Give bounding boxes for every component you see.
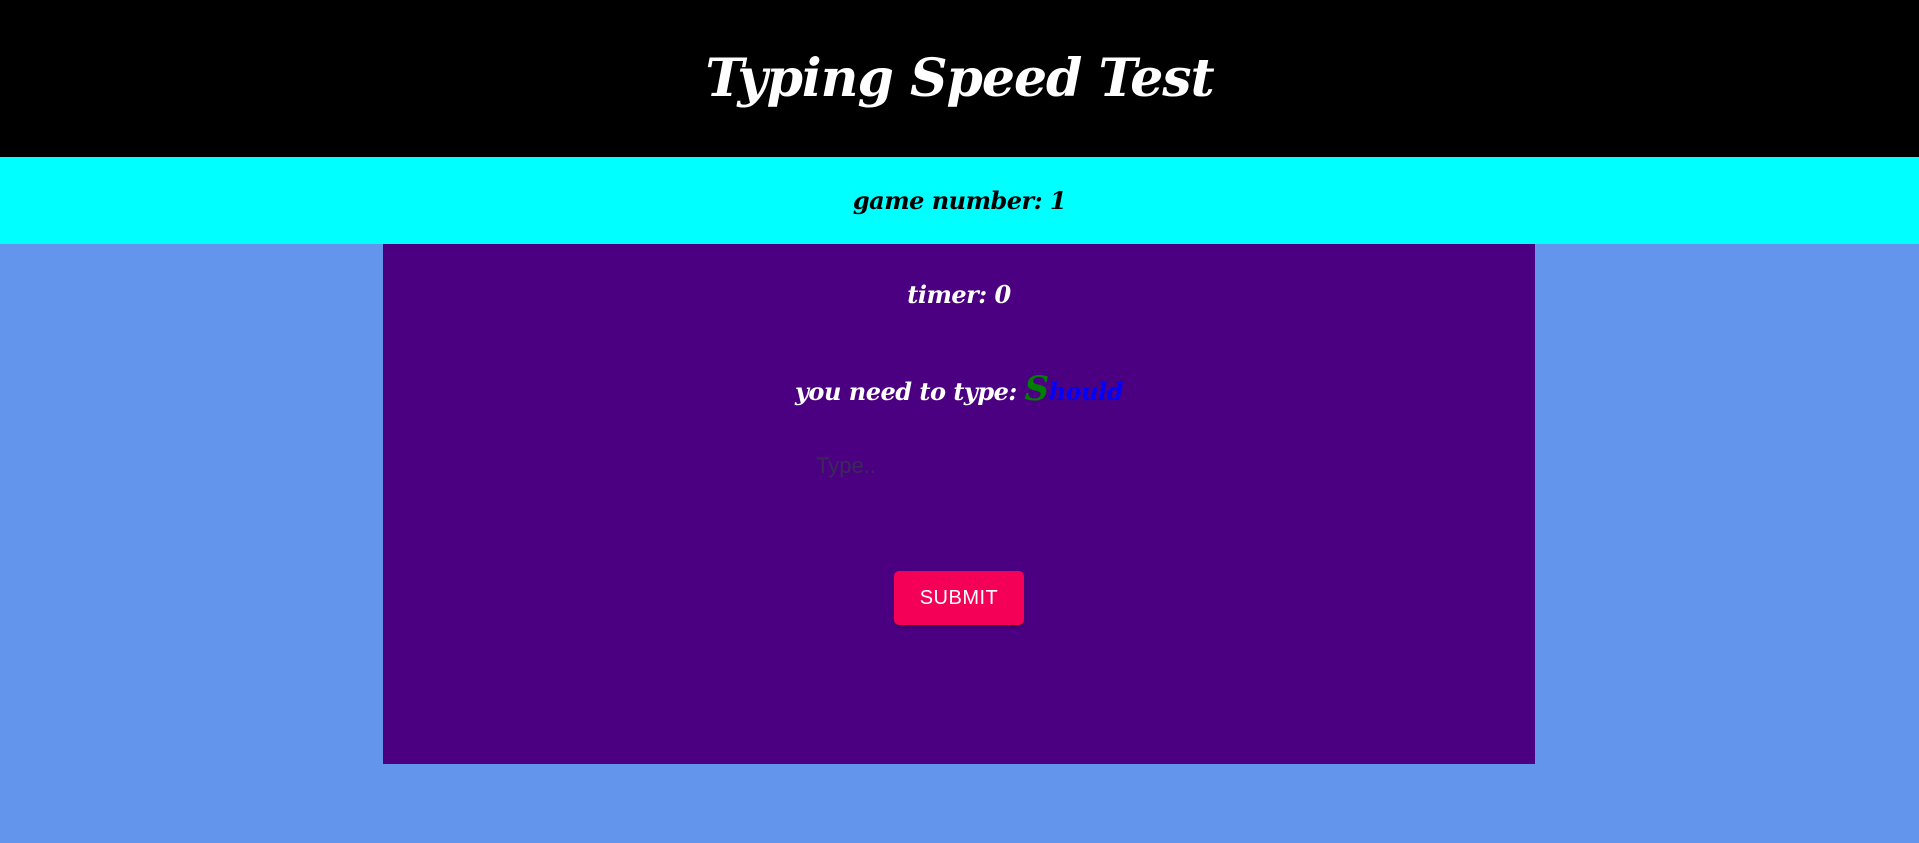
target-word-typed-letter: S <box>1024 369 1050 409</box>
page-title: Typing Speed Test <box>705 48 1214 109</box>
prompt-row: you need to type: Should <box>383 369 1535 409</box>
game-panel: timer: 0 you need to type: Should SUBMIT <box>383 244 1535 764</box>
game-number-label: game number: 1 <box>852 186 1067 215</box>
game-number-bar: game number: 1 <box>0 157 1919 244</box>
app-header: Typing Speed Test <box>0 0 1919 157</box>
submit-button[interactable]: SUBMIT <box>894 571 1024 625</box>
type-input[interactable] <box>814 444 1104 488</box>
timer-label: timer: 0 <box>907 280 1011 309</box>
target-word-remaining: hould <box>1048 377 1124 406</box>
target-word: Should <box>1025 369 1124 409</box>
prompt-label: you need to type: <box>794 377 1017 406</box>
